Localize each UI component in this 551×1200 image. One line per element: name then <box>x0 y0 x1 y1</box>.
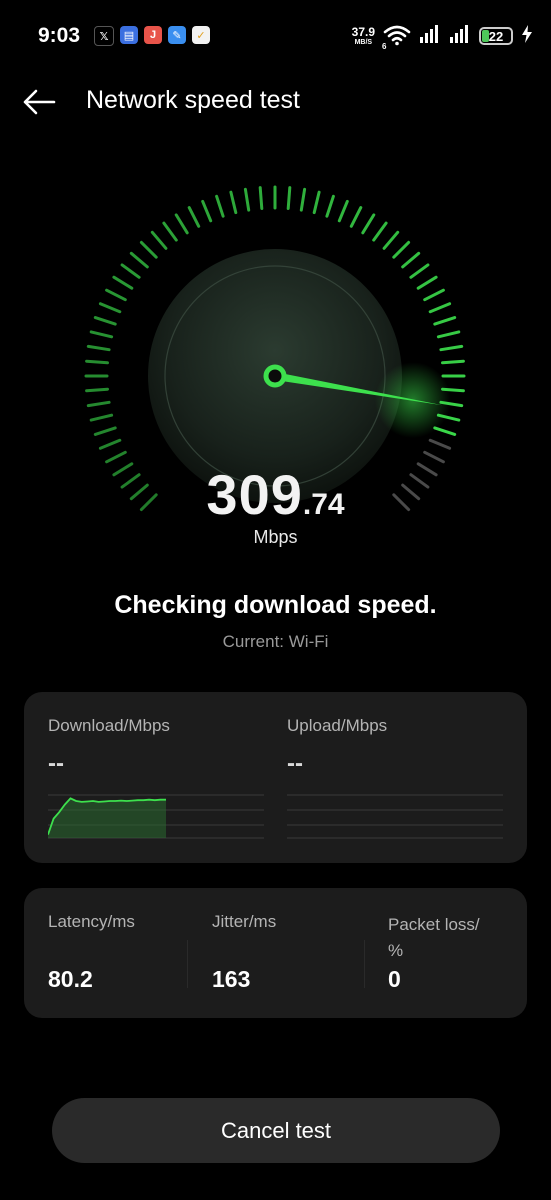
gauge-tick <box>409 263 430 279</box>
gauge-tick <box>243 187 251 212</box>
check-app-icon: ✓ <box>192 26 210 44</box>
notification-icons: 𝕏 ▤ J ✎ ✓ <box>94 26 210 46</box>
gauge-tick <box>150 230 168 250</box>
download-value: -- <box>48 750 64 777</box>
gauge-tick <box>187 206 201 228</box>
docs-app-icon: ▤ <box>120 26 138 44</box>
gauge-tick <box>86 344 111 352</box>
gauge-tick <box>372 221 388 242</box>
current-speed: 309.74 <box>0 462 551 527</box>
upload-value: -- <box>287 750 303 777</box>
gauge-tick <box>361 213 376 235</box>
packet-loss-label-line1: Packet loss/ <box>388 915 480 934</box>
packet-loss-value: 0 <box>388 966 401 992</box>
jitter-label: Jitter/ms <box>212 912 277 931</box>
wifi-icon: 6 <box>382 24 411 51</box>
speed-unit: Mbps <box>253 527 298 547</box>
gauge-tick <box>129 251 149 269</box>
gauge-tick <box>105 288 127 302</box>
stats-divider <box>187 940 188 988</box>
speed-decimal: .74 <box>302 488 345 521</box>
gauge-tick <box>349 206 363 228</box>
network-speed-indicator: 37.9 MB/S <box>352 26 375 46</box>
gauge-tick <box>98 302 122 314</box>
gauge-tick <box>428 438 452 450</box>
latency-value: 80.2 <box>48 966 93 992</box>
gauge-tick <box>312 190 321 215</box>
gauge-tick <box>89 413 114 422</box>
page-title: Network speed test <box>86 86 300 114</box>
back-arrow-icon <box>23 89 56 115</box>
gauge-tick <box>433 316 457 326</box>
battery-icon: 22 <box>479 27 513 45</box>
gauge-tick <box>439 344 464 352</box>
speed-test-screen: 9:03 𝕏 ▤ J ✎ ✓ 37.9 MB/S 6 22 Network sp… <box>0 0 551 1200</box>
gauge-tick <box>98 438 122 450</box>
network-stats-card: Latency/ms 80.2 Jitter/ms 163 Packet los… <box>24 888 527 1018</box>
j-app-icon: J <box>144 26 162 44</box>
x-app-icon: 𝕏 <box>94 26 114 46</box>
gauge-tick <box>201 199 213 223</box>
gauge-tick <box>436 330 461 339</box>
charging-icon <box>521 24 533 48</box>
gauge-tick <box>112 275 134 290</box>
gauge-tick <box>215 194 225 218</box>
gauge-tick <box>93 316 117 326</box>
status-indicators: 37.9 MB/S 6 22 <box>352 22 533 51</box>
needle-hub <box>263 364 287 388</box>
signal-icon-sim2 <box>449 24 471 49</box>
jitter-value: 163 <box>212 966 251 992</box>
gauge-tick <box>392 240 411 259</box>
battery-level-fill <box>482 30 489 42</box>
gauge-tick <box>139 240 158 259</box>
gauge-tick <box>401 251 421 269</box>
gauge-tick <box>382 230 400 250</box>
gauge-tick <box>423 288 445 302</box>
latency-label: Latency/ms <box>48 912 135 931</box>
network-speed-unit: MB/S <box>354 39 373 46</box>
stats-divider <box>364 940 365 988</box>
speed-results-card: Download/Mbps -- Upload/Mbps -- <box>24 692 527 863</box>
connection-type: Current: Wi-Fi <box>222 632 329 651</box>
gauge-tick <box>428 302 452 314</box>
gauge-tick <box>86 400 111 408</box>
test-status-title: Checking download speed. <box>114 591 437 619</box>
gauge-tick <box>229 190 238 215</box>
upload-label: Upload/Mbps <box>287 716 388 735</box>
gauge-tick <box>89 330 114 339</box>
gauge-tick <box>174 213 189 235</box>
gauge-tick <box>433 426 457 436</box>
gauge-tick <box>258 186 264 210</box>
download-chart <box>48 794 264 839</box>
gauge-tick <box>85 387 109 393</box>
download-label: Download/Mbps <box>48 716 170 735</box>
gauge-tick <box>286 186 292 210</box>
signal-icon-sim1 <box>419 24 441 49</box>
gauge-tick <box>441 359 465 365</box>
battery-level-text: 22 <box>488 28 504 44</box>
gauge-tick <box>93 426 117 436</box>
feather-app-icon: ✎ <box>168 26 186 44</box>
wifi-6-badge: 6 <box>382 42 387 51</box>
packet-loss-label: Packet loss/ % <box>388 912 480 964</box>
gauge-tick <box>85 359 109 365</box>
gauge-tick <box>162 221 178 242</box>
upload-chart <box>287 794 503 839</box>
cancel-test-button[interactable]: Cancel test <box>52 1098 500 1163</box>
speed-integer: 309 <box>206 463 303 526</box>
back-button[interactable] <box>22 84 62 120</box>
gauge-tick <box>337 199 349 223</box>
network-speed-value: 37.9 <box>351 25 375 39</box>
gauge-tick <box>120 263 141 279</box>
gauge-tick <box>416 275 438 290</box>
gauge-tick <box>105 450 127 464</box>
app-header: Network speed test <box>0 78 551 126</box>
status-bar: 9:03 𝕏 ▤ J ✎ ✓ 37.9 MB/S 6 22 <box>0 0 551 70</box>
gauge-tick <box>325 194 335 218</box>
gauge-tick <box>423 450 445 464</box>
gauge-tick <box>299 187 307 212</box>
packet-loss-label-line2: % <box>388 941 404 960</box>
status-time: 9:03 <box>38 24 81 47</box>
